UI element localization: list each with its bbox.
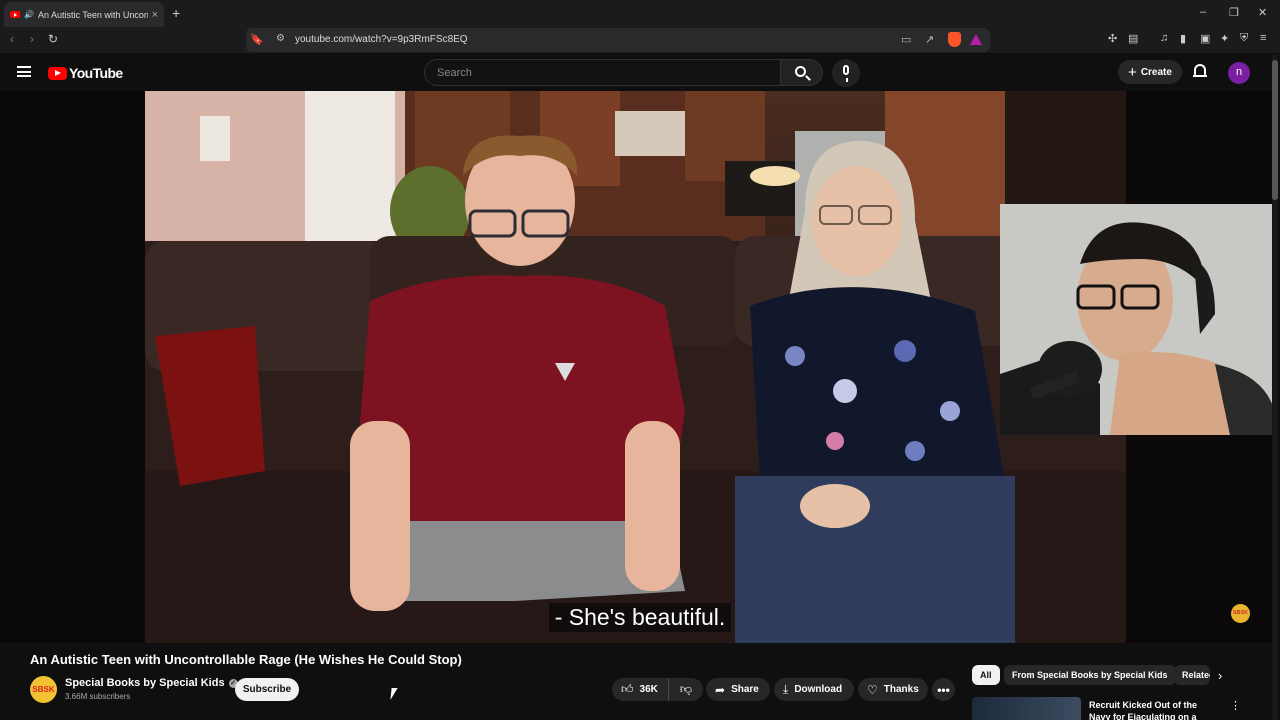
video-frame[interactable] — [145, 91, 1126, 643]
share-page-icon[interactable]: ↗ — [925, 33, 934, 46]
like-button[interactable]: 👍︎ 36K — [612, 678, 669, 701]
browser-tabstrip: 🔊 An Autistic Teen with Uncontrollable R… — [0, 0, 1280, 27]
url-text[interactable]: youtube.com/watch?v=9p3RmFSc8EQ — [295, 34, 468, 45]
speaker-icon[interactable]: 🔊 — [24, 10, 34, 19]
more-actions-button[interactable]: ••• — [932, 678, 955, 701]
youtube-wordmark: YouTube — [69, 65, 123, 81]
webcam-scene — [1000, 204, 1272, 435]
youtube-favicon-icon — [10, 11, 20, 18]
chip-related[interactable]: Related — [1174, 665, 1210, 685]
microphone-icon — [843, 65, 849, 82]
search-box[interactable] — [424, 59, 781, 86]
wallet-icon[interactable]: ▤ — [1128, 32, 1138, 45]
close-tab-icon[interactable]: × — [152, 9, 158, 21]
search-button[interactable] — [781, 59, 823, 86]
youtube-play-icon — [48, 66, 67, 80]
share-button[interactable]: ➦ Share — [706, 678, 770, 701]
video-scene — [145, 91, 1126, 643]
new-tab-button[interactable]: + — [172, 5, 180, 21]
forward-icon[interactable]: › — [30, 32, 34, 46]
voice-search-button[interactable] — [832, 59, 860, 87]
channel-name-row[interactable]: Special Books by Special Kids ✓ — [65, 677, 238, 689]
page-scrollbar[interactable] — [1272, 55, 1278, 720]
caption-text: - She's beautiful. — [548, 603, 732, 632]
site-info-icon[interactable]: ⚙ — [276, 33, 285, 44]
brave-rewards-icon[interactable] — [970, 34, 982, 45]
search-input[interactable] — [437, 65, 767, 81]
hamburger-menu-icon[interactable] — [17, 66, 31, 77]
cast-icon[interactable]: ▭ — [901, 33, 911, 46]
create-label: Create — [1140, 66, 1172, 78]
media-icon[interactable]: ♫ — [1160, 32, 1168, 44]
download-label: Download — [794, 684, 843, 695]
chip-from-channel[interactable]: From Special Books by Special Kids — [1004, 665, 1176, 685]
tab-title: An Autistic Teen with Uncontrollable Rag… — [37, 9, 148, 20]
thumbs-up-icon: 👍︎ — [621, 682, 634, 696]
like-dislike-group: 👍︎ 36K 👎︎ — [612, 678, 703, 701]
minimize-icon[interactable]: – — [1200, 6, 1206, 18]
brave-shields-icon[interactable] — [948, 32, 961, 47]
chip-all[interactable]: All — [972, 665, 1000, 685]
address-bar[interactable]: 🔖 ⚙ youtube.com/watch?v=9p3RmFSc8EQ ▭ ↗ — [246, 28, 990, 52]
create-button[interactable]: + Create — [1118, 60, 1182, 84]
download-icon: ⤓ — [783, 682, 789, 696]
closed-caption: - She's beautiful. — [0, 603, 1280, 632]
plus-icon: + — [1128, 63, 1137, 81]
thanks-button[interactable]: ♡ Thanks — [858, 678, 928, 701]
subscriber-count: 3.66M subscribers — [65, 692, 131, 701]
mouse-cursor-icon — [390, 688, 403, 700]
share-arrow-icon: ➦ — [715, 682, 726, 697]
browser-tab[interactable]: 🔊 An Autistic Teen with Uncontrollable R… — [4, 2, 164, 27]
video-title: An Autistic Teen with Uncontrollable Rag… — [30, 652, 462, 667]
like-count: 36K — [639, 684, 658, 695]
thanks-label: Thanks — [883, 684, 919, 695]
search-icon — [795, 66, 806, 77]
more-dots-icon: ••• — [937, 682, 950, 697]
back-icon[interactable]: ‹ — [10, 32, 14, 46]
youtube-header: YouTube + Create n — [0, 53, 1280, 91]
vpn-icon[interactable]: ⛨ — [1240, 32, 1248, 45]
notifications-icon[interactable] — [1193, 64, 1207, 77]
menu-icon[interactable]: ≡ — [1260, 32, 1266, 44]
wallet-card-icon[interactable]: ▣ — [1200, 32, 1210, 45]
youtube-logo[interactable]: YouTube — [48, 65, 123, 81]
thumbs-down-icon: 👎︎ — [679, 682, 693, 696]
scrollbar-thumb[interactable] — [1272, 60, 1278, 200]
close-window-icon[interactable]: ✕ — [1258, 6, 1267, 19]
channel-watermark-badge[interactable]: SBSK — [1231, 604, 1250, 623]
channel-avatar[interactable]: SBSK — [30, 676, 57, 703]
reload-icon[interactable]: ↻ — [48, 32, 58, 46]
webcam-overlay — [1000, 204, 1272, 435]
leo-ai-icon[interactable]: ✦ — [1220, 32, 1229, 45]
restore-icon[interactable]: ❐ — [1229, 6, 1239, 19]
super-thanks-icon: ♡ — [867, 682, 878, 697]
related-video-title[interactable]: Recruit Kicked Out of the Navy for Ejacu… — [1089, 699, 1219, 720]
channel-name[interactable]: Special Books by Special Kids — [65, 677, 225, 689]
share-label: Share — [731, 684, 759, 695]
related-video-thumbnail[interactable] — [972, 697, 1081, 720]
download-button[interactable]: ⤓ Download — [774, 678, 854, 701]
dislike-button[interactable]: 👎︎ — [669, 682, 703, 697]
extensions-icon[interactable]: ✣ — [1108, 32, 1117, 45]
sidebar-icon[interactable]: ▮ — [1180, 32, 1186, 45]
related-menu-icon[interactable]: ⋮ — [1230, 699, 1241, 712]
account-avatar[interactable]: n — [1228, 62, 1250, 84]
bookmark-icon[interactable]: 🔖 — [250, 33, 264, 46]
chevron-right-icon[interactable]: › — [1218, 668, 1222, 683]
browser-toolbar: ‹ › ↻ 🔖 ⚙ youtube.com/watch?v=9p3RmFSc8E… — [0, 27, 1280, 53]
subscribe-button[interactable]: Subscribe — [235, 678, 299, 701]
